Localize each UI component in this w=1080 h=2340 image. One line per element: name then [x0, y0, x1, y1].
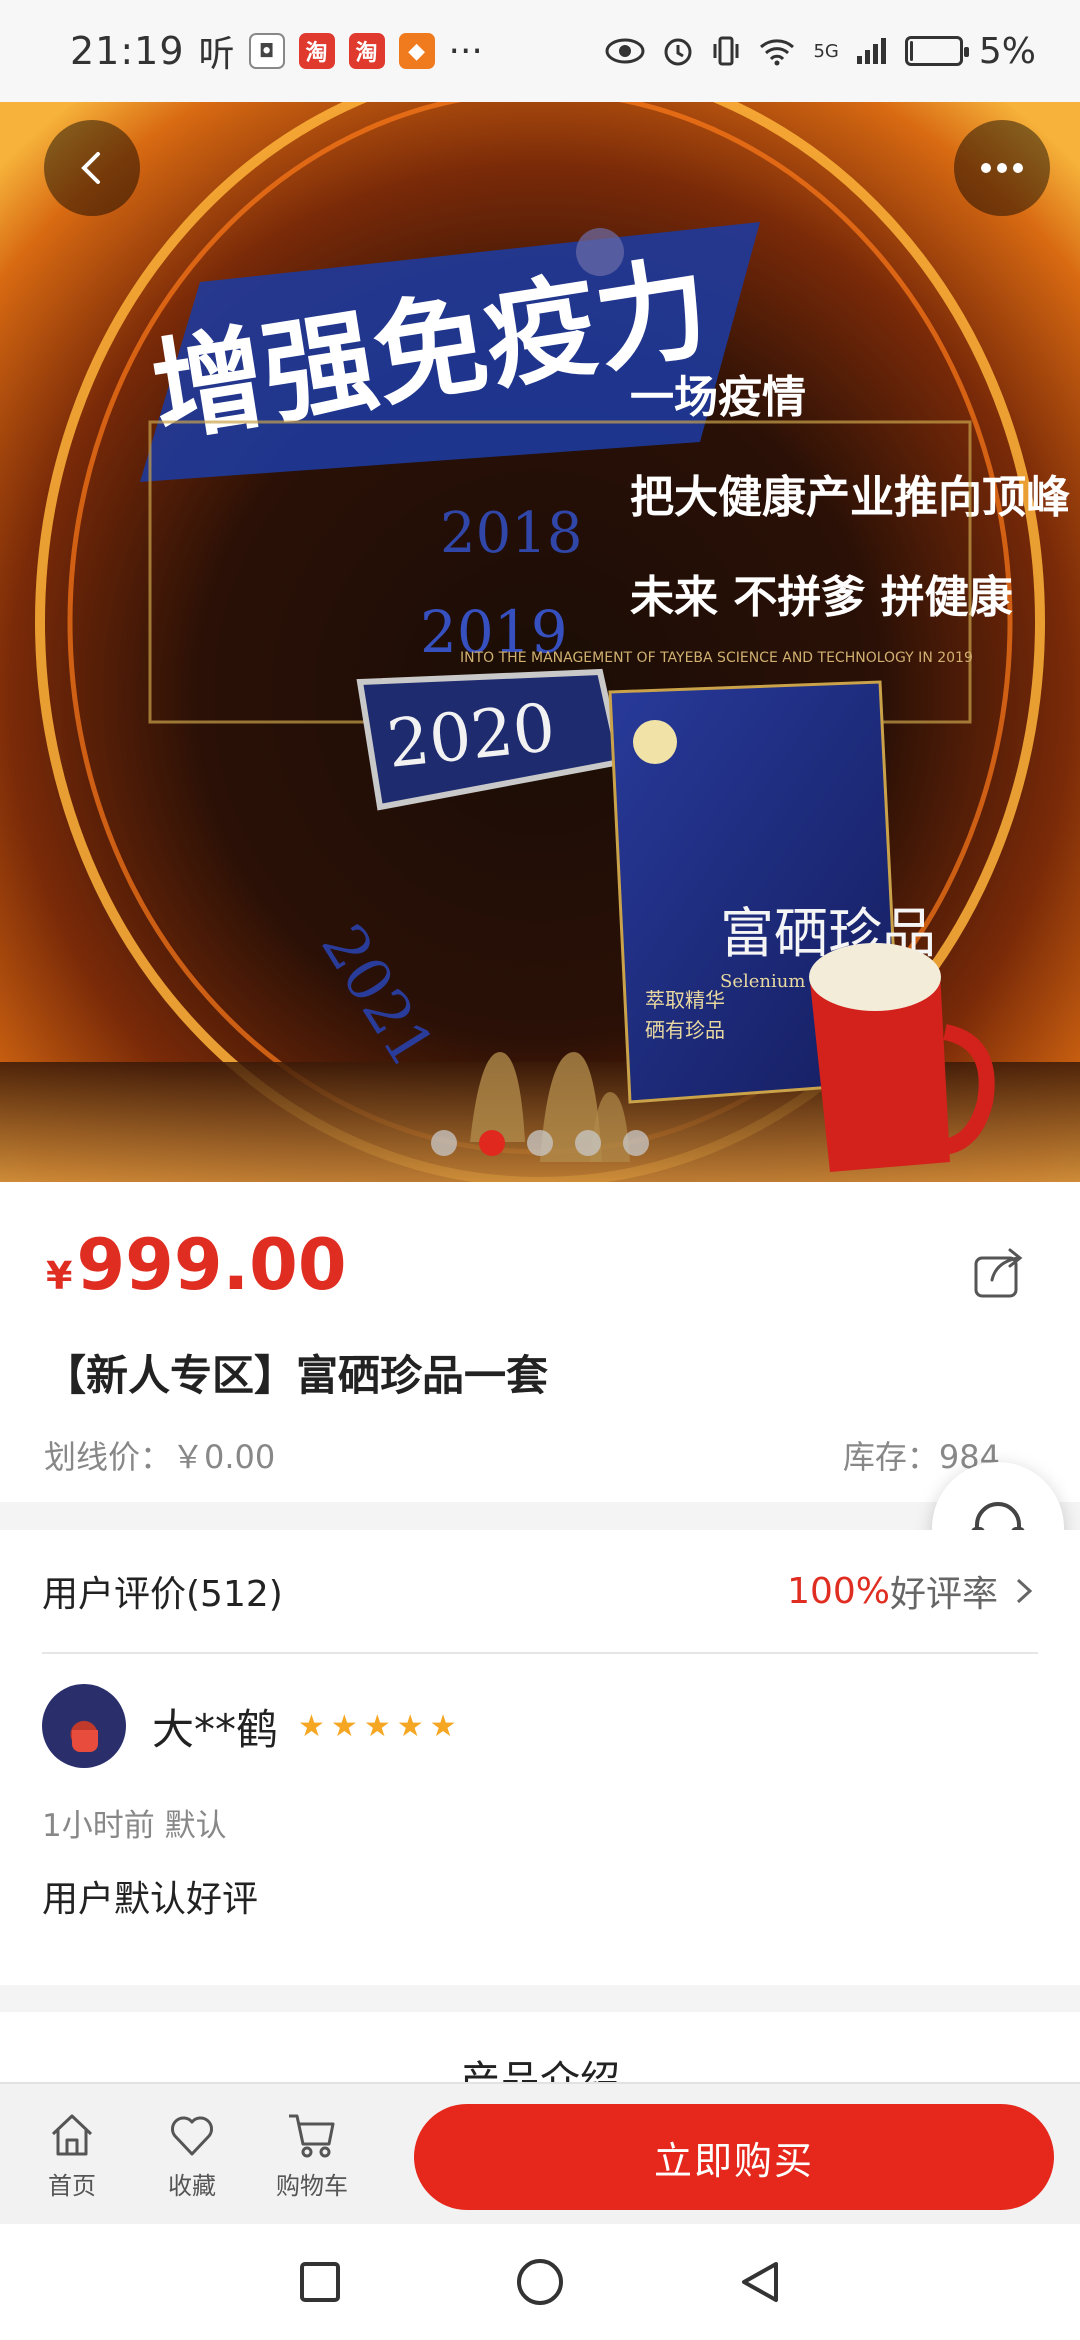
star-icon: ★: [330, 1708, 358, 1744]
positive-rate-label: 好评率: [889, 1574, 998, 1615]
reviewer-name: 大**鹤: [152, 1704, 279, 1754]
favorite-button[interactable]: 收藏: [132, 2108, 252, 2201]
clock: 21:19: [70, 29, 185, 73]
share-icon[interactable]: [972, 1244, 1028, 1300]
chevron-left-icon: [81, 152, 100, 184]
battery-percent: 5%: [978, 30, 1036, 72]
back-triangle-icon[interactable]: [736, 2258, 784, 2306]
positive-rate-value: 100%: [787, 1570, 890, 1612]
carousel-dot[interactable]: [623, 1130, 649, 1156]
status-bar: 21:19 听 ◘ 淘 淘 ◆ ··· 5G 5%: [0, 0, 1080, 102]
battery-level: [909, 41, 913, 61]
recents-icon[interactable]: [296, 2258, 344, 2306]
review-meta: 1小时前 默认: [42, 1808, 227, 1844]
vibrate-icon: [713, 36, 739, 66]
more-button[interactable]: [954, 120, 1050, 216]
carousel-dot[interactable]: [431, 1130, 457, 1156]
system-navigation-bar: [0, 2224, 1080, 2340]
star-icon: ★: [396, 1708, 424, 1744]
taobao-icon: 淘: [298, 33, 335, 69]
price-stock-row: 划线价：￥0.00 库存：984: [44, 1432, 1040, 1478]
reviews-count-label: 用户评价(512): [42, 1574, 283, 1615]
buy-now-button[interactable]: 立即购买: [414, 2104, 1054, 2210]
chevron-right-icon: [1016, 1578, 1033, 1604]
banner-english: INTO THE MANAGEMENT OF TAYEBA SCIENCE AN…: [460, 650, 973, 666]
strike-price: 划线价：￥0.00: [44, 1438, 276, 1476]
tmall-icon: ◆: [398, 33, 435, 69]
carousel-dot[interactable]: [575, 1130, 601, 1156]
taobao-icon: 淘: [348, 33, 385, 69]
home-label: 首页: [48, 2171, 96, 2200]
banner-line-2: 把大健康产业推向顶峰: [630, 472, 1070, 523]
home-button[interactable]: 首页: [12, 2108, 132, 2201]
eye-icon: [605, 38, 645, 64]
banner-image: 增强免疫力 一场疫情 把大健康产业推向顶峰 未来 不拼爹 拼健康 2018 20…: [0, 102, 1080, 1182]
star-icon: ★: [298, 1708, 325, 1744]
product-banner-carousel[interactable]: 增强免疫力 一场疫情 把大健康产业推向顶峰 未来 不拼爹 拼健康 2018 20…: [0, 102, 1080, 1182]
banner-line-1: 一场疫情: [630, 372, 806, 423]
banner-year-1: 2018: [440, 501, 583, 566]
battery-icon: [904, 36, 969, 66]
taobao-live-icon: ◘: [248, 33, 285, 69]
more-dots-icon: [981, 163, 1023, 173]
more-notifications-icon: ···: [448, 30, 483, 72]
cart-icon: [289, 2114, 335, 2157]
review-user: 大**鹤 ★ ★ ★ ★ ★: [42, 1684, 457, 1768]
review-text: 用户默认好评: [42, 1879, 259, 1920]
rating-stars: ★ ★ ★ ★ ★: [298, 1709, 457, 1744]
banner-box-side-1: 萃取精华: [645, 988, 725, 1012]
banner-box-side-2: 硒有珍品: [645, 1018, 725, 1042]
home-icon: [51, 2114, 93, 2155]
home-circle-icon[interactable]: [514, 2256, 566, 2308]
heart-icon: [171, 2116, 213, 2155]
avatar: [42, 1684, 126, 1768]
favorite-label: 收藏: [168, 2171, 216, 2200]
listen-label: 听: [198, 34, 235, 75]
bottom-action-bar: 首页 收藏 购物车 立即购买: [0, 2082, 1080, 2224]
back-button[interactable]: [44, 120, 140, 216]
star-icon: ★: [429, 1708, 457, 1744]
currency-symbol: ¥: [46, 1254, 73, 1298]
alarm-icon: [664, 38, 692, 66]
signal-icon: [856, 38, 886, 64]
carousel-indicator[interactable]: [0, 1130, 1080, 1156]
product-price: ¥ 999.00: [46, 1224, 347, 1306]
network-type: 5G: [813, 40, 839, 62]
cart-label: 购物车: [276, 2171, 348, 2200]
product-title: 【新人专区】富硒珍品一套: [44, 1351, 549, 1400]
banner-line-3: 未来 不拼爹 拼健康: [630, 572, 1013, 623]
star-icon: ★: [363, 1708, 391, 1744]
price-amount: 999.00: [76, 1224, 347, 1306]
carousel-dot[interactable]: [527, 1130, 553, 1156]
reviews-header[interactable]: 用户评价(512) 100% 好评率: [42, 1530, 1038, 1654]
carousel-dot[interactable]: [479, 1130, 505, 1156]
wifi-icon: [760, 39, 795, 66]
positive-rate: 100% 好评率: [787, 1565, 1038, 1617]
product-info-card: ¥ 999.00 【新人专区】富硒珍品一套 划线价：￥0.00 库存：984: [0, 1182, 1080, 1502]
reviews-section: 用户评价(512) 100% 好评率 大**鹤 ★ ★ ★ ★ ★ 1小时前 默…: [0, 1530, 1080, 1985]
cart-button[interactable]: 购物车: [252, 2108, 372, 2201]
